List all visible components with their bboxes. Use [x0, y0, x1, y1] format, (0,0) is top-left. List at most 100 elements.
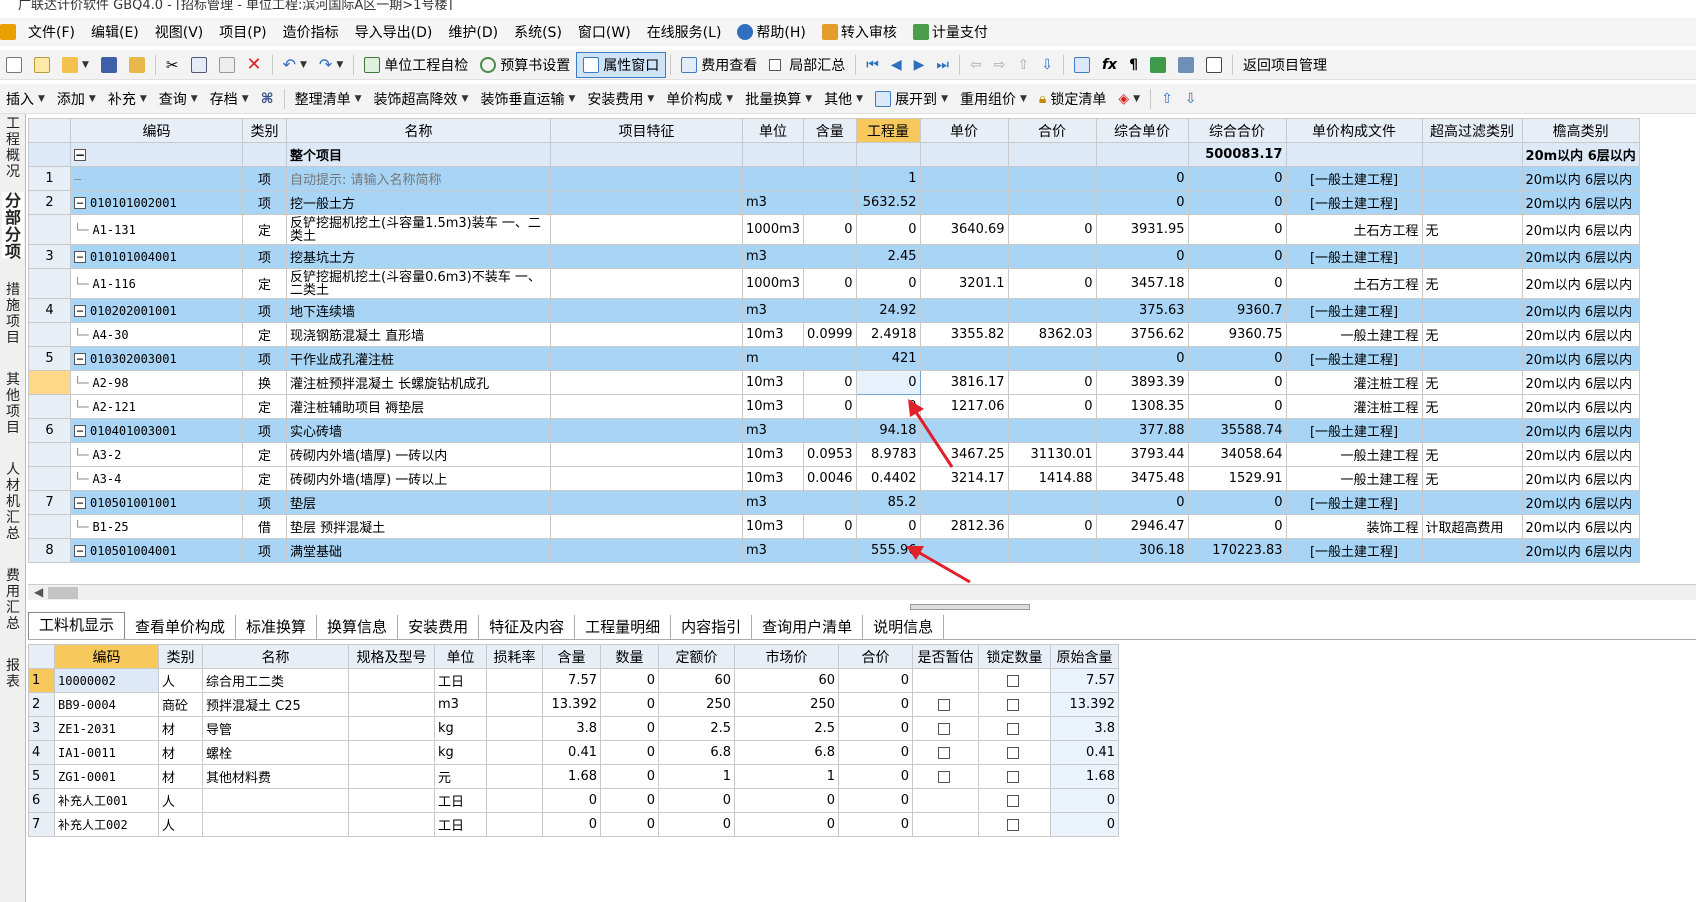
- unit-price-cell[interactable]: [919, 166, 1009, 191]
- content-rate-cell[interactable]: 7.57: [542, 668, 601, 693]
- horizontal-scrollbar[interactable]: ◀: [28, 584, 1696, 600]
- unit-price-cell[interactable]: 3640.69: [919, 214, 1009, 245]
- row-number-cell[interactable]: [28, 394, 71, 419]
- collapse-icon[interactable]: −: [74, 353, 86, 365]
- market-price-cell[interactable]: 6.8: [734, 740, 839, 765]
- item-code-cell[interactable]: └─ A1-116: [70, 268, 243, 299]
- quantity-cell[interactable]: 0: [600, 764, 659, 789]
- column-header[interactable]: 合价: [1007, 118, 1097, 143]
- price-file-cell[interactable]: [一般土建工程]: [1285, 418, 1423, 443]
- item-name-cell[interactable]: 实心砖墙: [286, 418, 551, 443]
- row-number-cell[interactable]: 2: [28, 692, 55, 717]
- checkbox-unchecked-icon[interactable]: [1006, 794, 1019, 807]
- unit-price-cell[interactable]: [919, 418, 1009, 443]
- checkbox-unchecked-icon[interactable]: [1006, 770, 1019, 783]
- spec-cell[interactable]: [348, 692, 435, 717]
- previous-record-button[interactable]: ◀: [885, 52, 908, 78]
- quantity-cell[interactable]: 0: [600, 740, 659, 765]
- row-number-cell[interactable]: 3: [28, 716, 55, 741]
- row-number-cell[interactable]: 4: [28, 298, 71, 323]
- resource-code-cell[interactable]: 10000002: [54, 668, 159, 693]
- checkbox-unchecked-icon[interactable]: [1006, 818, 1019, 831]
- side-tab-subitems[interactable]: 分部分项: [2, 192, 24, 260]
- unit-cell[interactable]: 工日: [434, 668, 487, 693]
- item-name-cell[interactable]: 垫层 预拌混凝土: [286, 514, 551, 539]
- quantity-cell[interactable]: 94.18: [855, 418, 921, 443]
- unit-price-cell[interactable]: 1217.06: [919, 394, 1009, 419]
- price-file-cell[interactable]: 一般土建工程: [1285, 442, 1423, 467]
- item-name-cell[interactable]: 灌注桩预拌混凝土 长螺旋钻机成孔: [286, 370, 551, 395]
- category-cell[interactable]: 定: [242, 466, 287, 491]
- item-name-cell[interactable]: 反铲挖掘机挖土(斗容量1.5m3)装车 一、二类土: [286, 214, 551, 245]
- eaves-category-cell[interactable]: 20m以内 6层以内: [1521, 244, 1640, 269]
- quantity-cell[interactable]: 0: [855, 268, 921, 299]
- row-up-button[interactable]: ⇧: [1155, 86, 1179, 112]
- row-number-cell[interactable]: 1: [28, 166, 71, 191]
- resource-row[interactable]: 5 ZG1-0001 材其他材料费元 1.68 0 1 1 0 1.68: [28, 764, 1119, 789]
- price-file-cell[interactable]: 一般土建工程: [1285, 466, 1423, 491]
- spec-cell[interactable]: [348, 716, 435, 741]
- row-number-cell[interactable]: [28, 370, 71, 395]
- unit-cell[interactable]: m3: [741, 418, 805, 443]
- unit-price-cell[interactable]: 3816.17: [919, 370, 1009, 395]
- base-price-cell[interactable]: 0: [658, 788, 735, 813]
- category-cell[interactable]: 项: [242, 490, 287, 515]
- column-header[interactable]: 锁定数量: [978, 644, 1051, 669]
- spec-cell[interactable]: [348, 740, 435, 765]
- column-header[interactable]: 单位: [741, 118, 805, 143]
- content-rate-cell[interactable]: 13.392: [542, 692, 601, 717]
- checkbox-unchecked-icon[interactable]: [937, 746, 950, 759]
- checkbox-unchecked-icon[interactable]: [1006, 674, 1019, 687]
- resource-row[interactable]: 6 补充人工001 人工日 0 0 0 0 0 0: [28, 788, 1119, 813]
- provisional-cell[interactable]: [912, 764, 979, 789]
- market-price-cell[interactable]: 250: [734, 692, 839, 717]
- bill-item-row[interactable]: 5−010302003001 项干作业成孔灌注桩 m 421 0 0 [一般土建工程] 20m…: [28, 346, 1640, 371]
- column-header[interactable]: 类别: [158, 644, 203, 669]
- unit-cell[interactable]: m3: [741, 538, 805, 563]
- checkbox-unchecked-icon[interactable]: [1006, 722, 1019, 735]
- unit-cell[interactable]: m3: [741, 190, 805, 215]
- column-header[interactable]: 合价: [838, 644, 913, 669]
- loss-rate-cell[interactable]: [486, 812, 543, 837]
- quantity-cell[interactable]: 2.45: [855, 244, 921, 269]
- collapse-icon[interactable]: −: [74, 251, 86, 263]
- resource-name-cell[interactable]: 预拌混凝土 C25: [202, 692, 349, 717]
- quota-row[interactable]: └─ A4-30 定现浇钢筋混凝土 直形墙 10m3 0.0999 2.4918 3355.…: [28, 322, 1640, 347]
- quantity-cell[interactable]: 0: [600, 788, 659, 813]
- eaves-category-cell[interactable]: 20m以内 6层以内: [1521, 418, 1640, 443]
- menu-view[interactable]: 视图(V): [147, 22, 212, 42]
- supplement-button[interactable]: 补充 ▼: [102, 86, 153, 112]
- feature-cell[interactable]: [550, 244, 743, 269]
- category-cell[interactable]: 项: [242, 190, 287, 215]
- paste-button[interactable]: [213, 52, 241, 78]
- content-rate-cell[interactable]: 0: [803, 394, 857, 419]
- detail-tab[interactable]: 查看单价构成: [125, 615, 237, 639]
- decor-transport-button[interactable]: 装饰垂直运输 ▼: [474, 86, 581, 112]
- feature-cell[interactable]: [550, 298, 743, 323]
- content-rate-cell[interactable]: 0.0953: [803, 442, 857, 467]
- content-rate-cell[interactable]: [803, 490, 857, 515]
- content-rate-cell[interactable]: [803, 538, 857, 563]
- height-filter-cell[interactable]: [1421, 418, 1523, 443]
- eaves-category-cell[interactable]: 20m以内 6层以内: [1521, 514, 1640, 539]
- resource-row[interactable]: 2 BB9-0004 商砼 预拌混凝土 C25 m3 13.392 0 250 250 0 13.3…: [28, 692, 1119, 717]
- loss-rate-cell[interactable]: [486, 764, 543, 789]
- checkbox-unchecked-icon[interactable]: [937, 722, 950, 735]
- column-header[interactable]: 编码: [54, 644, 159, 669]
- item-code-cell[interactable]: —: [70, 166, 243, 191]
- unit-price-cell[interactable]: 3355.82: [919, 322, 1009, 347]
- lock-quantity-cell[interactable]: [978, 812, 1051, 837]
- resource-code-cell[interactable]: IA1-0011: [54, 740, 159, 765]
- eaves-category-cell[interactable]: 20m以内 6层以内: [1521, 214, 1640, 245]
- column-header[interactable]: 综合单价: [1095, 118, 1189, 143]
- height-filter-cell[interactable]: [1421, 244, 1523, 269]
- price-file-cell[interactable]: [一般土建工程]: [1285, 298, 1423, 323]
- unit-cell[interactable]: 1000m3: [741, 214, 805, 245]
- move-down-button[interactable]: ⇩: [1035, 52, 1059, 78]
- unit-price-cell[interactable]: [919, 244, 1009, 269]
- height-filter-cell[interactable]: [1421, 298, 1523, 323]
- bill-item-row[interactable]: 3−010101004001 项挖基坑土方 m3 2.45 0 0 [一般土建工程] 20m以…: [28, 244, 1640, 269]
- loss-rate-cell[interactable]: [486, 716, 543, 741]
- unit-cell[interactable]: m3: [741, 298, 805, 323]
- unit-cell[interactable]: m3: [741, 490, 805, 515]
